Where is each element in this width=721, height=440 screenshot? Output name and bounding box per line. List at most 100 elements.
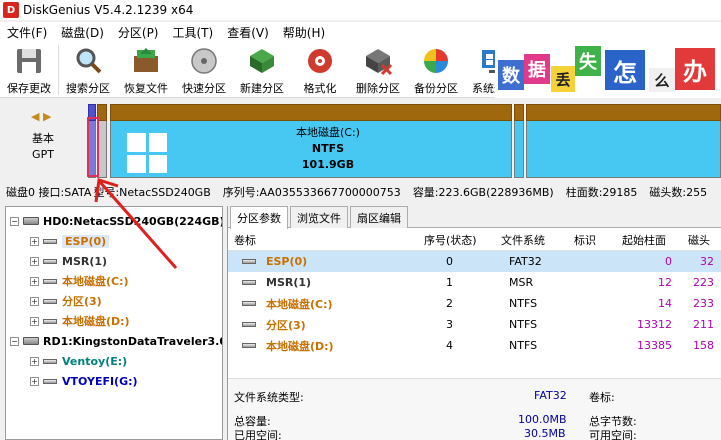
partition-block-d[interactable]: [526, 104, 721, 178]
tree-part-vtoyefi[interactable]: + VTOYEFI(G:): [30, 372, 138, 390]
menu-help[interactable]: 帮助(H): [276, 24, 332, 41]
partition-block-esp[interactable]: [88, 104, 96, 178]
col-index[interactable]: 序号(状态): [424, 232, 477, 248]
partition-block-c[interactable]: 本地磁盘(C:) NTFS 101.9GB: [110, 104, 512, 178]
app-logo-icon: D: [3, 2, 19, 18]
menu-file[interactable]: 文件(F): [0, 24, 54, 41]
expand-icon[interactable]: +: [30, 236, 39, 246]
partition-icon: [242, 322, 256, 327]
cell-head: 223: [693, 276, 714, 289]
partition-panel: 分区参数 浏览文件 扇区编辑 卷标 序号(状态) 文件系统 标识 起始柱面 磁头…: [227, 206, 721, 440]
tree-disk-hd0[interactable]: − HD0:NetacSSD240GB(224GB): [10, 212, 222, 230]
partition-icon: [43, 378, 57, 384]
tree-part-ventoy[interactable]: + Ventoy(E:): [30, 352, 127, 370]
partition-icon: [242, 280, 256, 285]
expand-icon[interactable]: +: [30, 296, 39, 306]
cell-start-cylinder: 12: [658, 276, 672, 289]
cell-filesystem: NTFS: [509, 339, 538, 352]
format-button[interactable]: 格式化: [291, 42, 349, 98]
table-row[interactable]: 分区(3) 3 NTFS 13312 211: [228, 314, 721, 335]
partition-icon: [43, 278, 57, 284]
cell-start-cylinder: 14: [658, 297, 672, 310]
tree-part-c[interactable]: + 本地磁盘(C:): [30, 272, 129, 290]
partition-icon: [43, 358, 57, 364]
collapse-icon[interactable]: −: [10, 216, 19, 226]
new-partition-button[interactable]: 新建分区: [233, 42, 291, 98]
disk-nav-arrows[interactable]: ◀ ▶: [31, 110, 51, 123]
cell-head: 32: [700, 255, 714, 268]
cell-filesystem: NTFS: [509, 318, 538, 331]
menu-tools[interactable]: 工具(T): [166, 24, 221, 41]
save-changes-button[interactable]: 保存更改: [0, 42, 58, 98]
expand-icon[interactable]: +: [30, 376, 39, 386]
expand-icon[interactable]: +: [30, 276, 39, 286]
tab-partition-params[interactable]: 分区参数: [230, 206, 288, 229]
partition-block-3[interactable]: [514, 104, 524, 178]
disk-type-label: 基本 GPT: [32, 132, 54, 161]
cell-start-cylinder: 0: [665, 255, 672, 268]
cell-start-cylinder: 13385: [637, 339, 672, 352]
delete-partition-button[interactable]: 删除分区: [349, 42, 407, 98]
promo-banner[interactable]: 数 据 丢 失 怎 么 办: [495, 42, 721, 98]
cell-index: 4: [446, 339, 453, 352]
cell-index: 1: [446, 276, 453, 289]
banner-char: 失: [575, 46, 601, 76]
partition-block-msr[interactable]: [97, 104, 107, 178]
banner-char: 数: [498, 60, 524, 90]
recover-file-icon: [134, 48, 158, 72]
col-id[interactable]: 标识: [574, 232, 596, 248]
menu-view[interactable]: 查看(V): [220, 24, 276, 41]
removable-disk-icon: [23, 337, 39, 345]
table-row[interactable]: ESP(0) 0 FAT32 0 32: [228, 251, 721, 272]
cell-index: 3: [446, 318, 453, 331]
quick-partition-button[interactable]: 快速分区: [175, 42, 233, 98]
col-head[interactable]: 磁头: [688, 232, 710, 248]
partition-details: 文件系统类型: FAT32 卷标: 总容量: 100.0MB 总字节数: 已用空…: [228, 378, 721, 440]
cell-head: 211: [693, 318, 714, 331]
search-partition-icon: [76, 48, 102, 74]
tree-part-esp[interactable]: + ESP(0): [30, 232, 110, 250]
banner-char: 怎: [605, 50, 645, 90]
collapse-icon[interactable]: −: [10, 336, 19, 346]
table-row[interactable]: 本地磁盘(D:) 4 NTFS 13385 158: [228, 335, 721, 356]
tree-disk-rd1[interactable]: − RD1:KingstonDataTraveler3.0: [10, 332, 222, 350]
col-start-cylinder[interactable]: 起始柱面: [622, 232, 666, 248]
expand-icon[interactable]: +: [30, 256, 39, 266]
col-filesystem[interactable]: 文件系统: [501, 232, 545, 248]
quick-partition-icon: [191, 48, 217, 74]
col-volume-label[interactable]: 卷标: [234, 232, 256, 248]
cell-filesystem: MSR: [509, 276, 534, 289]
expand-icon[interactable]: +: [30, 356, 39, 366]
tree-part-d[interactable]: + 本地磁盘(D:): [30, 312, 130, 330]
format-icon: [308, 49, 332, 73]
cell-start-cylinder: 13312: [637, 318, 672, 331]
menu-partition[interactable]: 分区(P): [111, 24, 166, 41]
recover-file-button[interactable]: 恢复文件: [117, 42, 175, 98]
partition-icon: [242, 343, 256, 348]
cell-filesystem: NTFS: [509, 297, 538, 310]
tree-part-msr[interactable]: + MSR(1): [30, 252, 107, 270]
cell-volume-label: 本地磁盘(C:): [266, 297, 333, 311]
backup-partition-icon: [424, 49, 448, 73]
cell-head: 158: [693, 339, 714, 352]
banner-char: 丢: [551, 66, 575, 92]
table-row[interactable]: MSR(1) 1 MSR 12 223: [228, 272, 721, 293]
table-row[interactable]: 本地磁盘(C:) 2 NTFS 14 233: [228, 293, 721, 314]
tab-sector-edit[interactable]: 扇区编辑: [350, 206, 408, 228]
expand-icon[interactable]: +: [30, 316, 39, 326]
disk-info-bar: 磁盘0 接口:SATA 型号:NetacSSD240GB 序列号:AA03553…: [0, 182, 721, 202]
tree-part-3[interactable]: + 分区(3): [30, 292, 102, 310]
tab-browse-files[interactable]: 浏览文件: [290, 206, 348, 228]
delete-partition-icon: [366, 49, 393, 76]
cell-volume-label: MSR(1): [266, 276, 312, 289]
backup-partition-button[interactable]: 备份分区: [407, 42, 465, 98]
menu-disk[interactable]: 磁盘(D): [54, 24, 111, 41]
cell-head: 233: [693, 297, 714, 310]
banner-char: 据: [524, 54, 550, 84]
cell-volume-label: 分区(3): [266, 318, 306, 332]
windows-logo-icon: [127, 133, 167, 173]
search-partition-button[interactable]: 搜索分区: [59, 42, 117, 98]
partition-icon: [242, 301, 256, 306]
partition-icon: [43, 258, 57, 264]
tab-strip: 分区参数 浏览文件 扇区编辑: [228, 206, 721, 229]
